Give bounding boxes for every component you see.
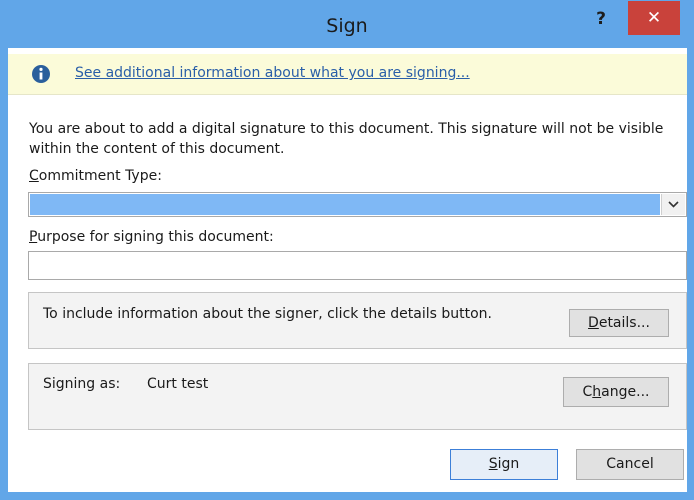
sign-button[interactable]: Sign: [450, 449, 558, 480]
info-icon: [32, 65, 50, 83]
info-bar: See additional information about what yo…: [8, 54, 687, 95]
chevron-down-icon: [668, 201, 679, 208]
change-button[interactable]: Change...: [563, 377, 669, 407]
sign-dialog: Sign ? ✕ See additional information abou…: [0, 0, 694, 500]
details-button[interactable]: Details...: [569, 309, 669, 337]
purpose-label: Purpose for signing this document:: [29, 229, 274, 245]
additional-info-link[interactable]: See additional information about what yo…: [75, 65, 470, 81]
signer-name: Curt test: [147, 376, 209, 392]
commitment-type-select[interactable]: [28, 192, 687, 217]
signer-details-panel: To include information about the signer,…: [28, 292, 687, 349]
title-bar[interactable]: Sign ? ✕: [0, 0, 694, 48]
signer-details-text: To include information about the signer,…: [43, 306, 492, 322]
close-icon: ✕: [646, 8, 662, 28]
help-button[interactable]: ?: [586, 6, 616, 32]
cancel-button[interactable]: Cancel: [576, 449, 684, 480]
close-button[interactable]: ✕: [628, 1, 680, 35]
signing-as-panel: Signing as: Curt test Change...: [28, 363, 687, 430]
commitment-type-value: [30, 194, 660, 215]
commitment-type-label: Commitment Type:: [29, 168, 162, 184]
dialog-body: See additional information about what yo…: [8, 48, 687, 492]
commitment-type-dropdown-button[interactable]: [661, 194, 685, 215]
purpose-input[interactable]: [28, 251, 687, 280]
signing-as-label: Signing as:: [43, 376, 121, 392]
signature-description: You are about to add a digital signature…: [29, 121, 664, 157]
